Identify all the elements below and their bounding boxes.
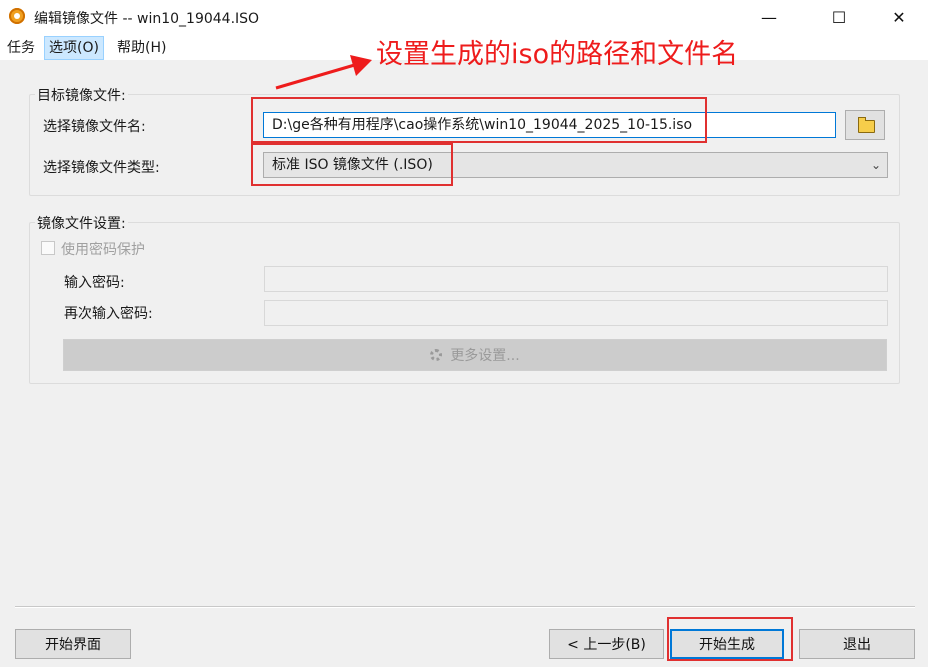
home-button[interactable]: 开始界面	[15, 629, 131, 659]
annotation-text: 设置生成的iso的路径和文件名	[376, 39, 739, 70]
back-button[interactable]: < 上一步(B)	[549, 629, 664, 659]
maximize-icon: ☐	[831, 7, 847, 27]
menu-task[interactable]: 任务	[3, 37, 39, 59]
minimize-button[interactable]: —	[746, 0, 792, 34]
window-title: 编辑镜像文件 -- win10_19044.ISO	[34, 11, 260, 27]
settings-group-label: 镜像文件设置:	[35, 213, 128, 233]
minimize-icon: —	[761, 7, 777, 27]
close-icon: ✕	[892, 7, 906, 27]
highlight-filetype-box	[251, 143, 453, 186]
exit-button[interactable]: 退出	[799, 629, 915, 659]
maximize-button[interactable]: ☐	[816, 0, 862, 34]
app-disc-icon	[9, 8, 25, 24]
more-settings-label: 更多设置...	[450, 348, 520, 364]
filename-label: 选择镜像文件名:	[43, 119, 146, 135]
confirm-password-label: 再次输入密码:	[64, 306, 153, 322]
title-bar: 编辑镜像文件 -- win10_19044.ISO — ☐ ✕	[0, 0, 928, 34]
close-button[interactable]: ✕	[876, 0, 922, 34]
menu-options[interactable]: 选项(O)	[44, 36, 104, 60]
password-label: 输入密码:	[64, 275, 125, 291]
gear-icon	[430, 349, 443, 361]
password-checkbox[interactable]	[41, 241, 55, 255]
highlight-start-box	[667, 617, 793, 661]
target-group-label: 目标镜像文件:	[35, 85, 128, 105]
menu-help[interactable]: 帮助(H)	[113, 37, 170, 59]
more-settings-button[interactable]: 更多设置...	[63, 339, 887, 371]
annotation-arrow	[275, 55, 372, 90]
browse-button[interactable]	[845, 110, 885, 140]
filetype-label: 选择镜像文件类型:	[43, 160, 160, 176]
folder-icon	[858, 117, 875, 133]
password-input[interactable]	[264, 266, 888, 292]
password-checkbox-label: 使用密码保护	[61, 242, 145, 258]
chevron-down-icon: ⌄	[870, 158, 881, 172]
footer-separator	[15, 606, 915, 608]
highlight-filename-box	[251, 97, 707, 143]
confirm-password-input[interactable]	[264, 300, 888, 326]
